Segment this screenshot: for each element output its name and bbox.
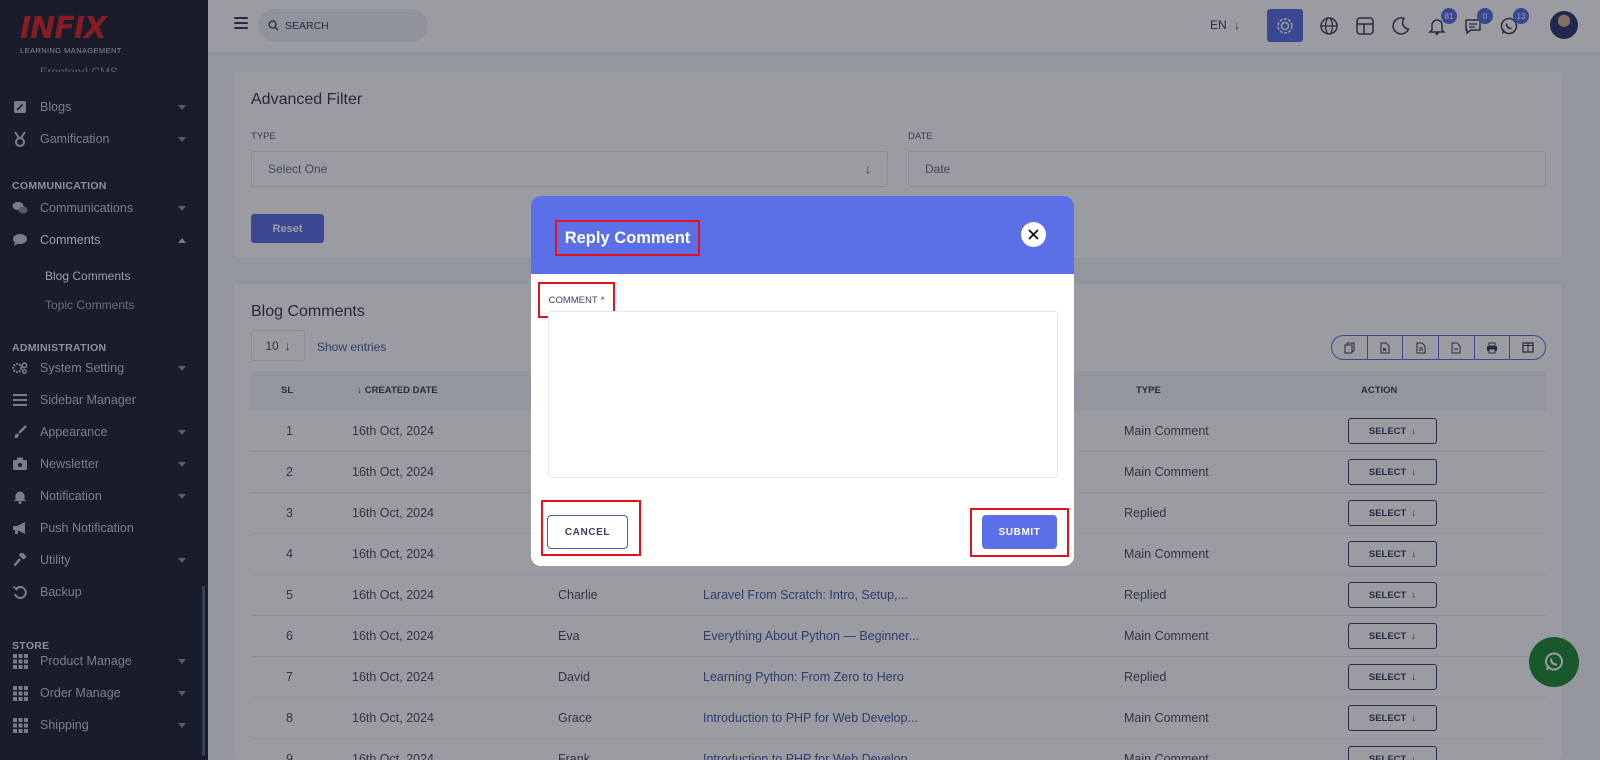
submit-button[interactable]: SUBMIT (982, 515, 1057, 549)
required-mark: * (600, 294, 605, 306)
comment-label-text: COMMENT (548, 294, 598, 306)
comment-textarea[interactable] (548, 311, 1058, 478)
modal-header: Reply Comment (531, 196, 1074, 274)
cancel-button[interactable]: CANCEL (547, 515, 628, 549)
reply-comment-modal: Reply Comment COMMENT * CANCEL SUBMIT (531, 196, 1074, 566)
modal-title: Reply Comment (555, 220, 700, 256)
close-icon (1028, 229, 1039, 240)
close-modal-button[interactable] (1021, 222, 1046, 247)
